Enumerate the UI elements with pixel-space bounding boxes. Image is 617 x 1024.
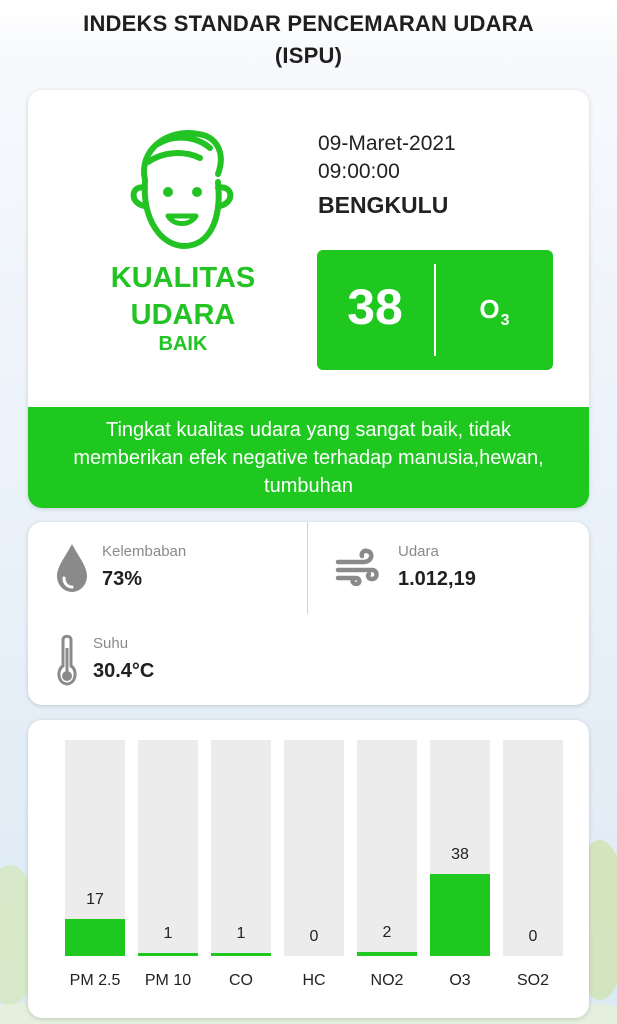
pollutant-symbol: O (479, 294, 500, 324)
happy-face-icon (130, 130, 234, 249)
bar-category-label: NO2 (370, 972, 404, 989)
pollutant-chart-card: 17 PM 2.5 1 PM 10 1 CO 0 HC 2 NO2 38 O3 0 SO2 (28, 720, 589, 1018)
bar-track (211, 740, 271, 956)
air-value: 1.012,19 (398, 568, 476, 590)
bar-category-label: O3 (449, 972, 471, 989)
bar-fill (430, 874, 490, 956)
thermometer-icon (57, 634, 77, 686)
bar-track (65, 740, 125, 956)
air-quality-card: KUALITAS UDARA BAIK 09-Maret-2021 09:00:… (28, 90, 589, 508)
bar-track (284, 740, 344, 956)
bar-fill (211, 953, 271, 956)
humidity-value: 73% (102, 568, 143, 590)
bar-track (138, 740, 198, 956)
date-text: 09-Maret-2021 (318, 132, 456, 155)
bar-value-label: 38 (451, 846, 469, 863)
weather-divider (307, 522, 308, 614)
bar-fill (138, 953, 198, 956)
water-drop-icon (57, 544, 87, 592)
humidity-label: Kelembaban (102, 543, 187, 560)
bar-category-label: PM 2.5 (69, 972, 121, 989)
quality-label-line2: UDARA (130, 299, 236, 331)
dominant-pollutant: O3 (436, 294, 553, 329)
ispu-index-box: 38 O3 (317, 250, 553, 370)
bar-fill (65, 919, 125, 956)
quality-label: KUALITAS UDARA (78, 260, 288, 334)
bar-category-label: HC (302, 972, 326, 989)
quality-status: BAIK (158, 333, 208, 355)
bar-track (503, 740, 563, 956)
bar-value-label: 1 (163, 925, 173, 942)
quality-description: Tingkat kualitas udara yang sangat baik,… (28, 407, 589, 508)
air-label: Udara (398, 543, 439, 560)
page-title-line1: INDEKS STANDAR PENCEMARAN UDARA (83, 11, 534, 36)
bar-value-label: 1 (236, 925, 246, 942)
pollutant-subscript: 3 (500, 312, 510, 329)
temperature-value: 30.4°C (93, 660, 155, 682)
quality-label-line1: KUALITAS (110, 262, 256, 294)
bar-value-label: 0 (309, 928, 319, 945)
bar-fill (357, 952, 417, 956)
bar-category-label: CO (229, 972, 253, 989)
temperature-label: Suhu (93, 635, 129, 652)
city-name: BENGKULU (318, 192, 449, 218)
weather-card: Kelembaban 73% Udara 1.012,19 Suhu 30.4°… (28, 522, 589, 705)
page-title-line2: (ISPU) (274, 43, 343, 68)
time-text: 09:00:00 (318, 160, 400, 183)
wind-icon (335, 548, 379, 586)
bar-category-label: PM 10 (144, 972, 192, 989)
page-title: INDEKS STANDAR PENCEMARAN UDARA (ISPU) (0, 8, 617, 72)
bar-value-label: 17 (86, 891, 104, 908)
bar-value-label: 0 (528, 928, 538, 945)
bar-category-label: SO2 (516, 972, 549, 989)
ispu-index-value: 38 (347, 279, 403, 335)
bar-value-label: 2 (382, 924, 392, 941)
